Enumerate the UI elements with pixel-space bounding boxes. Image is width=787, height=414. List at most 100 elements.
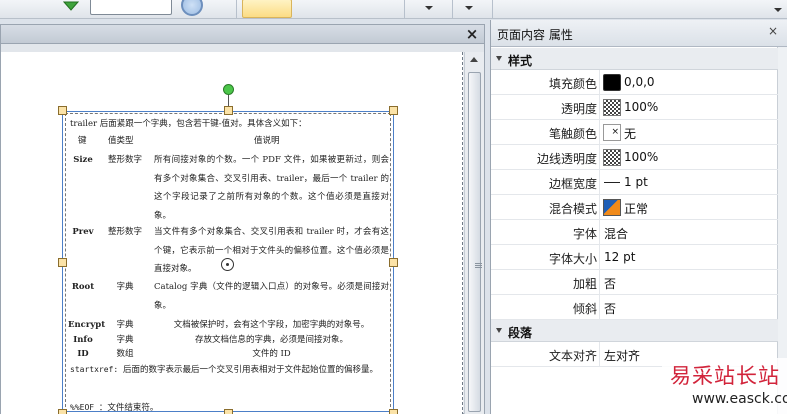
row-type: 整形数字 [107,155,142,165]
header-desc: 值说明 [254,136,280,146]
toolbar-separator [404,0,405,18]
prop-value: 100% [624,150,659,164]
row-key: Prev [72,227,94,237]
section-style[interactable]: 样式 [491,48,778,70]
close-icon[interactable]: × [768,24,778,38]
toolbar-active-button[interactable] [242,0,292,18]
header-type: 值类型 [108,136,134,146]
prop-value: 混合 [604,227,629,241]
prop-italic[interactable]: 倾斜 否 [491,295,778,320]
section-style-label: 样式 [508,54,533,68]
startxref-label: startxref: [70,365,119,374]
resize-handle-bottom-right[interactable] [389,409,398,414]
prop-border-width[interactable]: 边框宽度 1 pt [491,170,778,195]
no-color-icon[interactable]: × [603,124,621,141]
prop-stroke-color[interactable]: 笔触颜色 × 无 [491,120,778,145]
eof-line: %%EOF ：文件结束符。 [70,398,158,414]
panel-title: 页面内容 属性 [497,28,573,42]
prop-label: 字体大小 [548,252,597,266]
column-divider [599,195,600,220]
prop-value: 左对齐 [604,349,641,363]
prop-value: 100% [624,100,659,114]
column-divider [599,270,600,295]
prop-label: 笔触颜色 [548,127,597,141]
toolbar-input[interactable] [90,0,172,15]
blend-mode-icon [603,199,621,216]
prop-value: 正常 [624,202,649,216]
resize-handle-top[interactable] [224,106,233,115]
toolbar-separator [236,0,237,18]
collapse-triangle-icon[interactable] [496,328,502,333]
vertical-scrollbar[interactable] [464,52,484,414]
prop-font-size[interactable]: 字体大小 12 pt [491,245,778,270]
row-key: Root [71,282,95,292]
prop-label: 填充颜色 [548,77,597,91]
row-type: 整形数字 [107,227,142,237]
prop-opacity[interactable]: 透明度 100% [491,95,778,120]
watermark-url: www.easck.com [692,391,787,407]
fill-color-swatch[interactable] [603,74,621,91]
toolbar-dropdown-button[interactable] [450,0,490,18]
chevron-down-icon [774,8,782,12]
eof-text: ：文件结束符。 [98,403,159,413]
collapse-triangle-icon[interactable] [496,56,502,61]
resize-handle-top-right[interactable] [389,106,398,115]
prop-label: 加粗 [572,277,597,291]
transparency-icon [603,99,621,116]
prop-fill-color[interactable]: 填充颜色 0,0,0 [491,70,778,95]
section-paragraph[interactable]: 段落 [491,320,778,342]
prop-value: 12 pt [604,250,636,264]
toolbar-dropdown-button[interactable] [768,0,787,18]
prop-value: 否 [604,302,617,316]
prop-label: 字体 [572,227,597,241]
toolbar-dropdown-button[interactable] [410,0,450,18]
row-desc: 当文件有多个对象集合、交叉引用表和 trailer 时，才会有这个键，它表示前一… [154,227,389,274]
transparency-icon [603,149,621,166]
rotate-handle[interactable] [223,84,234,95]
scrollbar-thumb[interactable] [468,72,482,412]
resize-handle-bottom-left[interactable] [58,409,67,414]
column-divider [599,245,600,270]
resize-handle-top-left[interactable] [58,106,67,115]
line-width-icon [604,182,620,183]
prop-label: 边框宽度 [548,177,597,191]
row-key: Size [73,155,93,165]
row-desc: Catalog 字典（文件的逻辑入口点）的对象号。必须是间接对象。 [154,282,389,311]
column-divider [599,70,600,95]
close-icon[interactable]: × [465,25,479,43]
rotation-stem [228,93,229,107]
scroll-up-icon[interactable] [470,57,478,62]
toolbar-separator [492,0,493,18]
document-pane-header: × [1,25,484,44]
prop-blend-mode[interactable]: 混合模式 正常 [491,195,778,220]
toolbar [0,0,787,19]
header-key: 键 [78,136,87,146]
center-point-icon [221,258,234,271]
page-gap [1,44,484,52]
prop-bold[interactable]: 加粗 否 [491,270,778,295]
watermark: 易采站长站 www.easck.com [662,358,787,414]
resize-handle-left[interactable] [58,258,67,267]
chevron-down-icon [465,6,473,10]
chevron-down-icon [425,6,433,10]
row-desc: 所有间接对象的个数。一个 PDF 文件，如果被更新过，则会有多个对象集合、交叉引… [154,155,389,221]
column-divider [599,145,600,170]
startxref-line: startxref: 后面的数字表示最后一个交叉引用表相对于文件起始位置的偏移量… [70,360,378,380]
prop-label: 文本对齐 [548,349,597,363]
resize-handle-bottom[interactable] [224,409,233,414]
grip-icon [475,263,482,264]
prop-font[interactable]: 字体 混合 [491,220,778,245]
column-divider [599,120,600,145]
green-arrow-icon[interactable] [62,0,80,12]
column-divider [599,220,600,245]
prop-label: 透明度 [560,102,597,116]
properties-panel: 页面内容 属性 × 样式 填充颜色 0,0,0 透明度 100% 笔触颜色 × … [490,20,787,414]
prop-label: 混合模式 [548,202,597,216]
prop-stroke-opacity[interactable]: 边线透明度 100% [491,145,778,170]
zoom-icon[interactable] [181,0,203,16]
watermark-brand: 易采站长站 [670,364,780,388]
resize-handle-right[interactable] [389,258,398,267]
section-paragraph-label: 段落 [508,326,533,340]
eof-label: %%EOF [70,403,95,412]
prop-label: 边线透明度 [536,152,597,166]
